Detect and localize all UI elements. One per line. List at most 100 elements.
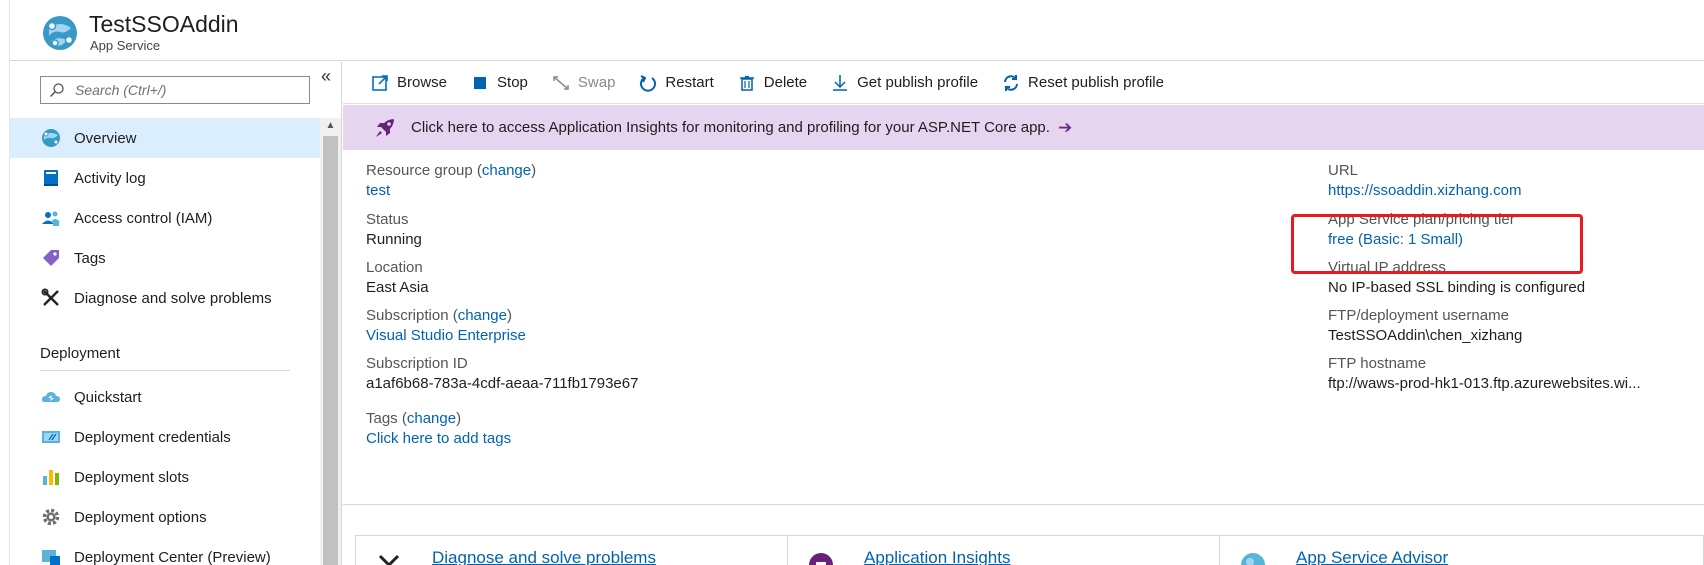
sidebar-item-label: Deployment credentials <box>74 428 231 446</box>
sidebar-item-deployment-credentials[interactable]: Deployment credentials <box>10 417 320 457</box>
tile-row: Diagnose and solve problems Application … <box>343 527 1704 565</box>
resource-group-label: Resource group <box>366 162 473 179</box>
scroll-up-arrow-icon[interactable]: ▲ <box>320 118 341 134</box>
card-title[interactable]: Diagnose and solve problems <box>432 548 656 565</box>
card-app-insights[interactable]: Application Insights <box>787 535 1233 565</box>
sidebar-item-label: Diagnose and solve problems <box>74 289 272 307</box>
sidebar-item-deployment-options[interactable]: Deployment options <box>10 497 320 537</box>
sidebar-item-tags[interactable]: Tags <box>10 238 320 278</box>
browse-button[interactable]: Browse <box>371 74 447 92</box>
reset-icon <box>1004 74 1019 91</box>
download-icon <box>833 74 848 91</box>
ftp-user-label: FTP/deployment username <box>1328 307 1509 324</box>
subscription-label: Subscription <box>366 307 449 324</box>
menu-scrollbar[interactable]: ▲ <box>320 118 341 565</box>
restart-button[interactable]: Restart <box>639 74 714 92</box>
card-advisor[interactable]: App Service Advisor <box>1219 535 1704 565</box>
gear-icon <box>42 508 60 526</box>
sidebar-item-label: Deployment slots <box>74 468 190 486</box>
arrow-right-icon: ➔ <box>1057 117 1073 137</box>
trash-icon <box>739 75 754 91</box>
field-status: Status Running <box>366 210 422 250</box>
subscription-id-value: a1af6b68-783a-4cdf-aeaa-711fb1793e67 <box>366 375 639 392</box>
sidebar-item-deployment-center[interactable]: Deployment Center (Preview) <box>10 537 320 565</box>
sidebar-item-activity-log[interactable]: Activity log <box>10 158 320 198</box>
overview-content: Browse Stop Swap Restart Delete Get publ… <box>343 62 1704 565</box>
vip-value: No IP-based SSL binding is configured <box>1328 279 1586 296</box>
command-bar: Browse Stop Swap Restart Delete Get publ… <box>343 62 1704 104</box>
url-link[interactable]: https://ssoaddin.xizhang.com <box>1328 181 1521 201</box>
menu-section-deployment: Deployment <box>10 318 320 370</box>
change-tags-link[interactable]: change <box>407 410 456 427</box>
tags-label: Tags <box>366 410 398 427</box>
window-left-edge <box>0 0 10 565</box>
users-icon <box>42 211 60 226</box>
field-ftp-hostname: FTP hostname ftp://waws-prod-hk1-013.ftp… <box>1328 354 1641 394</box>
swap-button[interactable]: Swap <box>552 74 615 92</box>
stop-label: Stop <box>497 74 528 91</box>
card-title[interactable]: Application Insights <box>864 548 1010 565</box>
restart-icon <box>640 74 657 92</box>
wrench-icon <box>378 554 400 565</box>
field-ftp-username: FTP/deployment username TestSSOAddin\che… <box>1328 306 1522 346</box>
get-publish-profile-label: Get publish profile <box>857 74 979 91</box>
location-value: East Asia <box>366 279 429 296</box>
sidebar-item-diagnose[interactable]: Diagnose and solve problems <box>10 278 320 318</box>
essentials-divider <box>343 504 1704 505</box>
sidebar-item-label: Deployment options <box>74 508 207 526</box>
delete-button[interactable]: Delete <box>738 74 807 92</box>
sidebar-item-deployment-slots[interactable]: Deployment slots <box>10 457 320 497</box>
sidebar-item-label: Deployment Center (Preview) <box>74 548 271 565</box>
reset-publish-profile-label: Reset publish profile <box>1028 74 1164 91</box>
collapse-menu-button[interactable]: « <box>316 66 336 86</box>
subscription-id-label: Subscription ID <box>366 355 468 372</box>
field-label: Subscription (change) <box>366 307 512 324</box>
resource-menu: « Overview Activity log <box>10 62 342 565</box>
sidebar-item-access-control[interactable]: Access control (IAM) <box>10 198 320 238</box>
search-input[interactable] <box>75 80 305 100</box>
sidebar-item-label: Quickstart <box>74 388 142 406</box>
delete-label: Delete <box>763 74 808 91</box>
app-insights-banner[interactable]: Click here to access Application Insight… <box>343 105 1704 150</box>
get-publish-profile-button[interactable]: Get publish profile <box>831 74 978 92</box>
deployment-center-icon <box>42 550 60 565</box>
status-label: Status <box>366 211 409 228</box>
menu-nav: Overview Activity log Access control (IA… <box>10 118 320 565</box>
card-diagnose[interactable]: Diagnose and solve problems <box>355 535 801 565</box>
location-label: Location <box>366 259 423 276</box>
swap-icon <box>553 75 569 90</box>
stop-button[interactable]: Stop <box>471 74 528 92</box>
wrench-icon <box>41 288 59 306</box>
ftp-user-value: TestSSOAddin\chen_xizhang <box>1328 327 1523 344</box>
blade-header: TestSSOAddin App Service <box>10 0 1704 61</box>
card-title[interactable]: App Service Advisor <box>1296 548 1448 565</box>
credentials-icon <box>42 431 60 443</box>
change-subscription-link[interactable]: change <box>458 307 507 324</box>
field-label: Resource group (change) <box>366 162 537 179</box>
change-resource-group-link[interactable]: change <box>482 162 531 179</box>
reset-publish-profile-button[interactable]: Reset publish profile <box>1002 74 1164 92</box>
field-subscription: Subscription (change) Visual Studio Ente… <box>366 306 526 346</box>
sidebar-item-overview[interactable]: Overview <box>10 118 320 158</box>
app-service-globe-icon <box>43 16 77 50</box>
sidebar-item-quickstart[interactable]: Quickstart <box>10 377 320 417</box>
app-insights-icon <box>809 553 833 565</box>
field-url: URL https://ssoaddin.xizhang.com <box>1328 161 1521 201</box>
field-tags: Tags (change) Click here to add tags <box>366 409 511 449</box>
menu-search-box[interactable] <box>40 76 310 104</box>
resource-group-link[interactable]: test <box>366 181 536 201</box>
browse-label: Browse <box>397 74 448 91</box>
field-subscription-id: Subscription ID a1af6b68-783a-4cdf-aeaa-… <box>366 354 638 394</box>
sidebar-item-label: Access control (IAM) <box>74 209 213 227</box>
scroll-thumb[interactable] <box>323 136 338 565</box>
field-location: Location East Asia <box>366 258 429 298</box>
ftp-host-label: FTP hostname <box>1328 355 1427 372</box>
subscription-link[interactable]: Visual Studio Enterprise <box>366 326 526 346</box>
add-tags-link[interactable]: Click here to add tags <box>366 429 511 449</box>
cloud-icon <box>42 392 60 402</box>
sidebar-item-label: Activity log <box>74 169 146 187</box>
app-title: TestSSOAddin <box>89 11 239 37</box>
app-service-globe-icon <box>42 129 60 147</box>
field-resource-group: Resource group (change) test <box>366 161 536 201</box>
tag-icon <box>43 250 59 266</box>
